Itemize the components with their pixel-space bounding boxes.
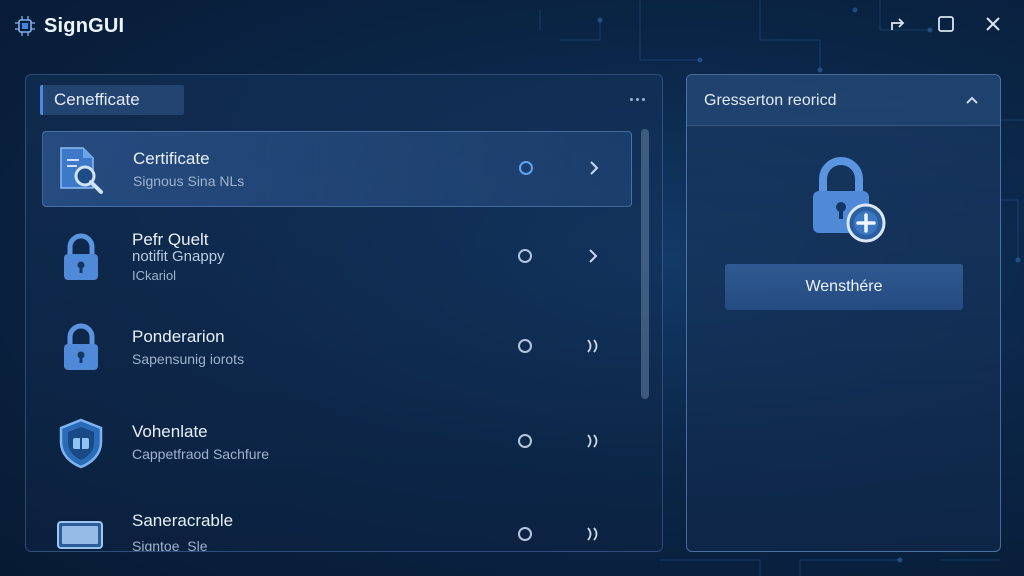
chip-icon: [14, 15, 36, 37]
radio-button[interactable]: [518, 249, 532, 263]
share-button[interactable]: [886, 14, 910, 38]
item-title: Saneracrable: [132, 511, 234, 530]
shield-icon: [56, 417, 106, 469]
double-chevron-icon[interactable]: [584, 524, 602, 544]
lock-icon: [56, 232, 106, 284]
more-options-button[interactable]: [624, 91, 650, 107]
card-icon: [56, 506, 106, 551]
title-bar: SignGUI: [0, 0, 1024, 52]
certificate-search-icon: [57, 144, 107, 196]
double-chevron-icon[interactable]: [584, 431, 602, 451]
certificate-list-panel: Cenefficate Certificate Signous Sina NLs: [25, 74, 663, 552]
more-horizontal-icon: [629, 97, 633, 101]
scrollbar[interactable]: [641, 129, 649, 399]
item-title-line2: notifit Gnappy: [132, 248, 225, 265]
share-icon: [889, 15, 907, 38]
list-item[interactable]: Pefr Quelt notifit Gnappy ICkariol: [42, 220, 632, 296]
app-title: SignGUI: [44, 15, 125, 37]
double-chevron-icon[interactable]: [584, 336, 602, 356]
radio-button[interactable]: [518, 527, 532, 541]
list-item[interactable]: Ponderarion Sapensunig iorots: [42, 310, 632, 386]
list-item[interactable]: Saneracrable Signtoe_Sle: [42, 494, 632, 552]
list-item[interactable]: Vohenlate Cappetfraod Sachfure: [42, 405, 632, 481]
details-panel-title: Gresserton reoricd: [704, 92, 837, 109]
radio-button[interactable]: [518, 434, 532, 448]
details-panel: Gresserton reoricd Wensthére: [686, 74, 1001, 552]
panel-tab-label: Cenefficate: [54, 90, 140, 109]
close-button[interactable]: [981, 14, 1005, 38]
more-dot: [641, 97, 645, 101]
lock-icon: [56, 322, 106, 374]
list-item[interactable]: Certificate Signous Sina NLs: [42, 131, 632, 207]
action-button[interactable]: Wensthére: [725, 264, 963, 310]
action-button-label: Wensthére: [805, 278, 883, 295]
maximize-button[interactable]: [934, 14, 958, 38]
item-title: Ponderarion: [132, 327, 225, 346]
item-subtitle: ICkariol: [132, 268, 177, 283]
details-panel-header: Gresserton reoricd: [687, 75, 1000, 126]
item-subtitle: Sapensunig iorots: [132, 351, 245, 367]
item-title: Vohenlate: [132, 422, 208, 441]
chevron-right-icon[interactable]: [585, 158, 603, 178]
item-subtitle: Signtoe_Sle: [132, 538, 208, 552]
item-title: Certificate: [133, 149, 210, 168]
chevron-right-icon[interactable]: [584, 246, 602, 266]
item-title: Pefr Quelt: [132, 230, 209, 249]
chevron-up-icon[interactable]: [963, 92, 981, 108]
item-subtitle: Cappetfraod Sachfure: [132, 446, 269, 462]
close-icon: [984, 15, 1002, 38]
radio-button[interactable]: [518, 339, 532, 353]
panel-tab[interactable]: Cenefficate: [40, 85, 184, 115]
radio-button[interactable]: [519, 161, 533, 175]
maximize-icon: [937, 15, 955, 38]
item-subtitle: Signous Sina NLs: [133, 173, 245, 189]
lock-add-icon: [805, 155, 887, 243]
more-dot: [635, 97, 639, 101]
